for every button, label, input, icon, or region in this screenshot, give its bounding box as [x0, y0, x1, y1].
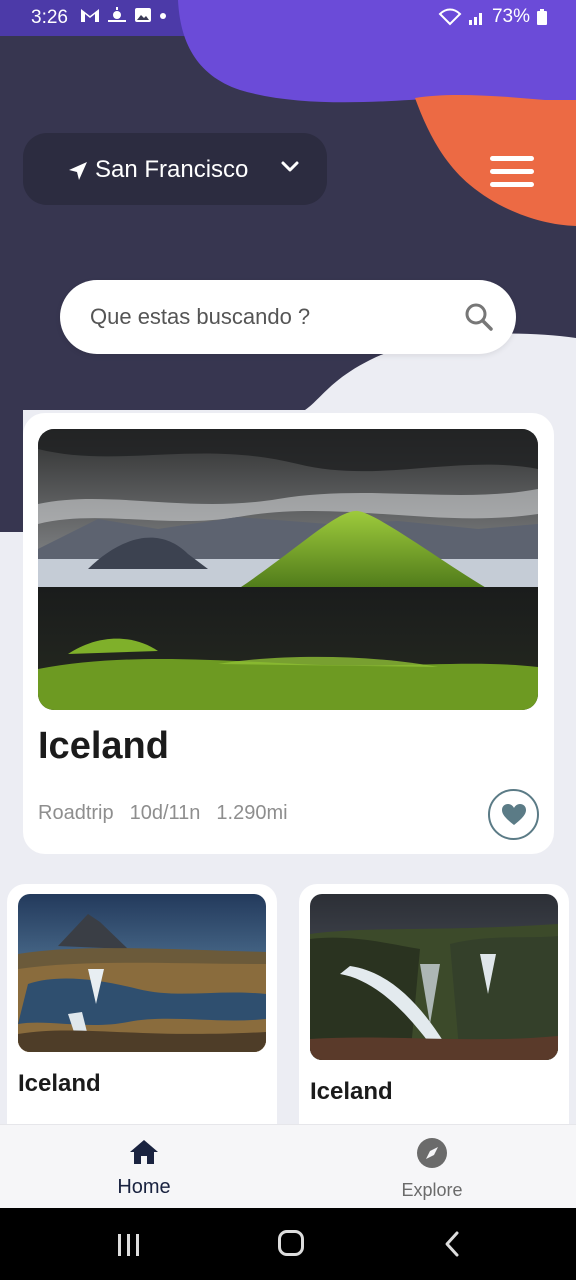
dot-icon	[160, 13, 166, 19]
destination-image	[18, 894, 266, 1052]
battery-percent: 73%	[491, 6, 530, 27]
location-city: San Francisco	[95, 156, 249, 183]
featured-title: Iceland	[38, 725, 169, 767]
menu-icon-bar	[490, 182, 534, 187]
heart-icon	[501, 803, 526, 825]
search-bar[interactable]	[60, 280, 516, 354]
trip-duration: 10d/11n	[129, 802, 201, 824]
system-navigation-bar	[0, 1208, 576, 1280]
gallery-icon	[135, 8, 151, 22]
gmail-icon	[81, 9, 99, 22]
compass-icon	[417, 1138, 447, 1168]
trip-type: Roadtrip	[38, 802, 114, 824]
recent-apps-icon[interactable]	[116, 1232, 142, 1258]
status-time: 3:26	[31, 7, 68, 28]
weather-icon	[108, 7, 126, 22]
destination-image	[310, 894, 558, 1060]
home-icon	[130, 1140, 158, 1164]
battery-icon	[537, 9, 547, 25]
wifi-icon	[438, 8, 462, 26]
system-home-icon[interactable]	[278, 1230, 304, 1256]
back-icon[interactable]	[440, 1230, 464, 1258]
chevron-down-icon	[281, 161, 299, 172]
destination-card[interactable]: Iceland	[7, 884, 277, 1144]
trip-distance: 1.290mi	[216, 802, 288, 824]
nav-home[interactable]: Home	[94, 1137, 194, 1203]
bottom-navigation: Home Explore	[0, 1124, 576, 1208]
nav-explore[interactable]: Explore	[382, 1137, 482, 1203]
menu-icon-bar	[490, 156, 534, 161]
signal-icon	[468, 13, 482, 25]
search-input[interactable]	[90, 300, 450, 334]
status-notification-icons	[80, 6, 168, 24]
destination-card[interactable]: Iceland	[299, 884, 569, 1144]
status-bar: 3:26 73%	[0, 0, 576, 36]
search-icon[interactable]	[464, 302, 494, 332]
nav-explore-label: Explore	[401, 1180, 463, 1200]
destination-title: Iceland	[18, 1070, 101, 1097]
menu-icon-bar	[490, 169, 534, 174]
featured-destination-card[interactable]: Iceland Roadtrip 10d/11n 1.290mi	[23, 413, 554, 854]
destination-title: Iceland	[310, 1078, 393, 1105]
nav-home-label: Home	[117, 1176, 171, 1198]
favorite-button[interactable]	[488, 789, 539, 840]
featured-image	[38, 429, 538, 710]
featured-meta: Roadtrip 10d/11n 1.290mi	[38, 802, 288, 825]
menu-button[interactable]	[490, 156, 538, 190]
navigation-arrow-icon	[69, 162, 87, 180]
location-selector[interactable]: San Francisco	[23, 133, 327, 205]
